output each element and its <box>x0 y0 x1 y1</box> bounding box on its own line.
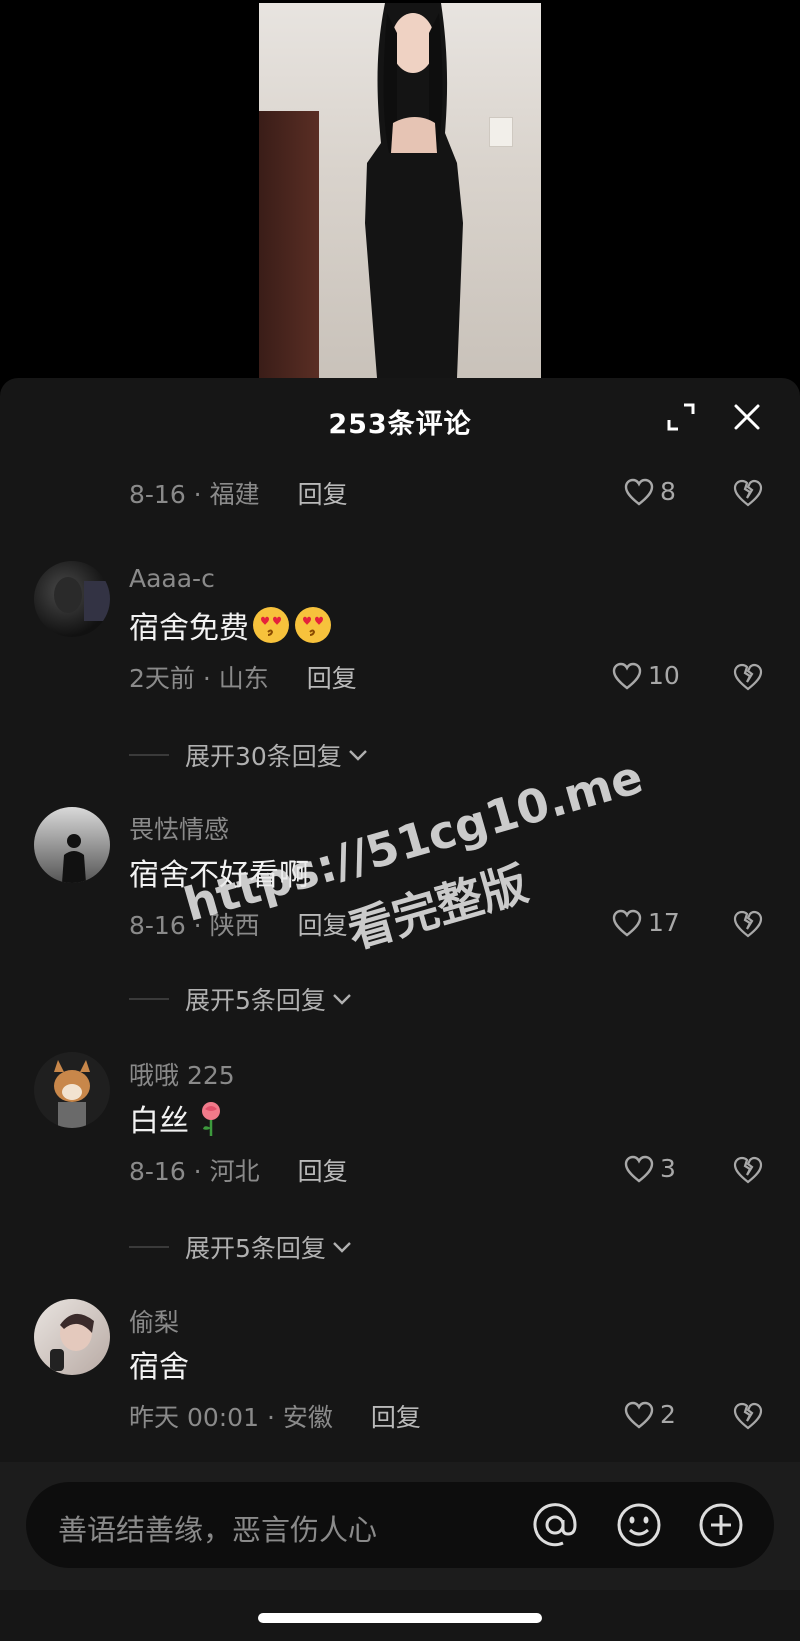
username[interactable]: 偷梨 <box>129 1303 179 1339</box>
heart-icon <box>624 478 654 506</box>
video-preview[interactable] <box>0 0 800 378</box>
comment-time-location: 昨天 00:01 · 安徽 <box>129 1403 333 1432</box>
rose-emoji-icon <box>202 1102 220 1136</box>
like-count: 3 <box>660 1154 676 1183</box>
comment-meta: 8-16 · 河北 回复 <box>129 1152 348 1188</box>
person-figure <box>365 3 463 378</box>
background-door <box>259 111 319 378</box>
comment-time-location: 8-16 · 福建 <box>129 480 260 509</box>
comment-sheet: 253条评论 <box>0 378 800 1641</box>
reply-button[interactable]: 回复 <box>371 1398 421 1434</box>
emoji-icon[interactable] <box>614 1500 664 1550</box>
dislike-icon[interactable] <box>733 909 763 939</box>
expand-replies-label: 展开5条回复 <box>185 986 326 1015</box>
comment-text: 宿舍 <box>129 1342 189 1386</box>
like-button[interactable]: 10 <box>612 661 680 690</box>
comment-meta: 8-16 · 福建 回复 <box>129 475 348 511</box>
avatar-image <box>50 1313 94 1371</box>
heart-icon <box>624 1155 654 1183</box>
like-button[interactable]: 2 <box>624 1400 676 1429</box>
comment-meta: 8-16 · 陕西 回复 <box>129 906 348 942</box>
avatar-image <box>54 1060 90 1128</box>
comment-meta: 2天前 · 山东 回复 <box>129 659 357 695</box>
avatar[interactable] <box>34 807 110 883</box>
video-thumbnail[interactable] <box>259 3 541 378</box>
expand-replies-label: 展开30条回复 <box>185 742 342 771</box>
expand-replies-button[interactable]: 展开5条回复 <box>129 981 352 1017</box>
comment-time-location: 8-16 · 河北 <box>129 1157 260 1186</box>
comment-input-bar: 善语结善缘，恶言伤人心 <box>0 1462 800 1590</box>
reply-button[interactable]: 回复 <box>298 475 348 511</box>
comment-time-location: 2天前 · 山东 <box>129 664 269 693</box>
reply-button[interactable]: 回复 <box>298 906 348 942</box>
expand-replies-label: 展开5条回复 <box>185 1234 326 1263</box>
avatar-image <box>54 577 110 621</box>
comment-time-location: 8-16 · 陕西 <box>129 911 260 940</box>
comment-meta: 昨天 00:01 · 安徽 回复 <box>129 1398 421 1434</box>
background-switch <box>489 117 513 147</box>
home-indicator <box>258 1613 542 1623</box>
divider-line <box>129 1246 169 1248</box>
plus-icon[interactable] <box>696 1500 746 1550</box>
close-icon[interactable] <box>730 400 764 434</box>
expand-replies-button[interactable]: 展开5条回复 <box>129 1229 352 1265</box>
heart-eyes-emoji-icon <box>253 607 289 643</box>
at-icon[interactable] <box>530 1500 580 1550</box>
reply-button[interactable]: 回复 <box>298 1152 348 1188</box>
divider-line <box>129 998 169 1000</box>
comment-text: 宿舍不好看啊 <box>129 850 309 894</box>
avatar[interactable] <box>34 1299 110 1375</box>
username[interactable]: Aaaa-c <box>129 564 215 593</box>
dislike-icon[interactable] <box>733 662 763 692</box>
heart-icon <box>612 909 642 937</box>
comment-text-content: 宿舍不好看啊 <box>129 858 309 893</box>
chevron-down-icon <box>333 994 351 1005</box>
dislike-icon[interactable] <box>733 1155 763 1185</box>
like-button[interactable]: 17 <box>612 908 680 937</box>
comment-text-content: 宿舍 <box>129 1350 189 1385</box>
comment-input[interactable]: 善语结善缘，恶言伤人心 <box>26 1482 774 1568</box>
like-count: 10 <box>648 661 680 690</box>
like-count: 17 <box>648 908 680 937</box>
reply-button[interactable]: 回复 <box>307 659 357 695</box>
comment-text: 白丝 <box>129 1096 231 1140</box>
like-button[interactable]: 8 <box>624 477 676 506</box>
avatar[interactable] <box>34 561 110 637</box>
comment-text-content: 宿舍免费 <box>129 611 249 646</box>
divider-line <box>129 754 169 756</box>
comment-text: 宿舍免费 <box>129 603 333 647</box>
chevron-down-icon <box>333 1242 351 1253</box>
dislike-icon[interactable] <box>733 478 763 508</box>
chevron-down-icon <box>348 750 367 761</box>
heart-eyes-emoji-icon <box>295 607 331 643</box>
sheet-header: 253条评论 <box>0 378 800 464</box>
comment-input-placeholder: 善语结善缘，恶言伤人心 <box>58 1513 378 1547</box>
dislike-icon[interactable] <box>733 1401 763 1431</box>
avatar-image <box>62 834 86 883</box>
avatar[interactable] <box>34 1052 110 1128</box>
heart-icon <box>612 662 642 690</box>
like-button[interactable]: 3 <box>624 1154 676 1183</box>
comment-text-content: 白丝 <box>129 1104 189 1139</box>
expand-icon[interactable] <box>664 400 698 434</box>
username[interactable]: 畏怯情感 <box>129 810 229 846</box>
heart-icon <box>624 1401 654 1429</box>
like-count: 2 <box>660 1400 676 1429</box>
username[interactable]: 哦哦 225 <box>129 1056 235 1092</box>
expand-replies-button[interactable]: 展开30条回复 <box>129 737 368 773</box>
like-count: 8 <box>660 477 676 506</box>
